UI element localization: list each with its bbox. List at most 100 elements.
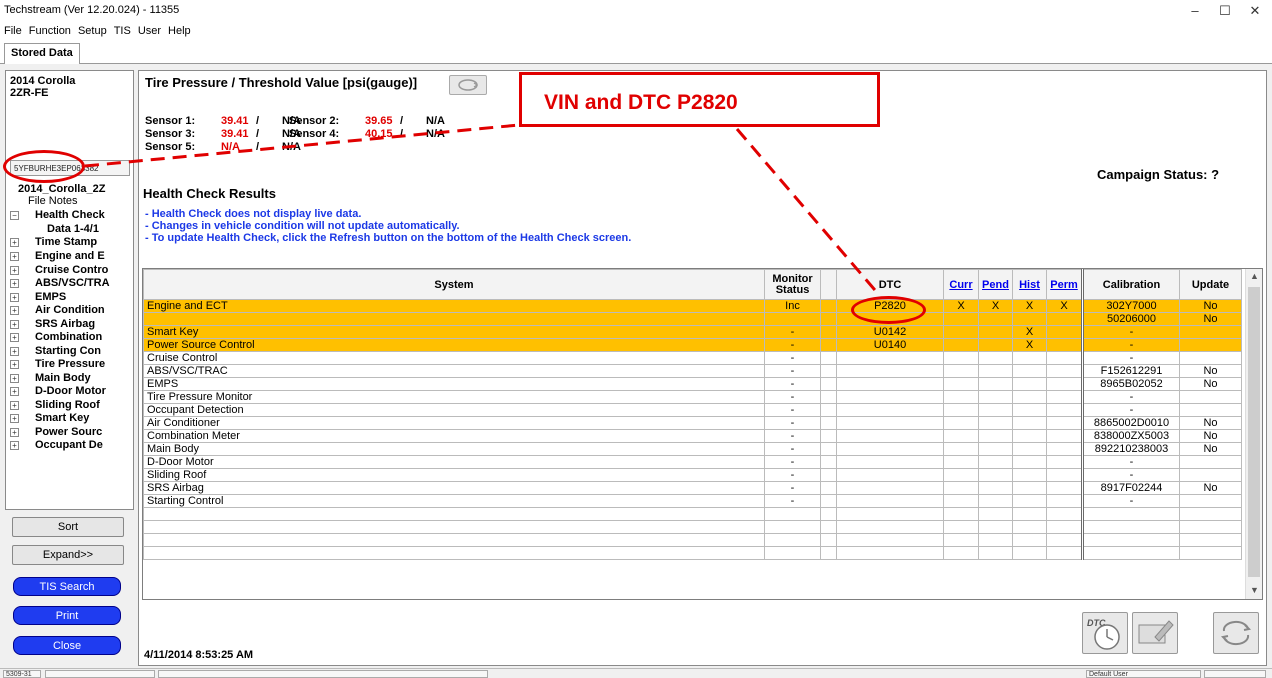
sensor-label: Sensor 1: (145, 115, 196, 127)
expand-icon[interactable]: + (10, 428, 19, 437)
tree-item[interactable]: Data 1-4/1 (47, 223, 99, 235)
table-row[interactable]: Main Body - 892210238003 No (143, 442, 1242, 456)
tree-item[interactable]: Health Check (35, 209, 105, 221)
expand-icon[interactable]: + (10, 414, 19, 423)
table-row[interactable]: Cruise Control - - (143, 351, 1242, 365)
col-system[interactable]: System (143, 269, 765, 300)
close-window-button[interactable]: ✕ (1240, 3, 1270, 19)
table-row[interactable]: Occupant Detection - - (143, 403, 1242, 417)
table-row[interactable]: Combination Meter - 838000ZX5003 No (143, 429, 1242, 443)
table-row[interactable]: ABS/VSC/TRAC - F152612291 No (143, 364, 1242, 378)
tree-item[interactable]: 2014_Corolla_2Z (18, 183, 105, 195)
col-monitor-status[interactable]: Monitor Status (764, 269, 821, 300)
sort-button[interactable]: Sort (12, 517, 124, 537)
tree-item[interactable]: Tire Pressure (35, 358, 105, 370)
table-row[interactable]: Air Conditioner - 8865002D0010 No (143, 416, 1242, 430)
cell-update (1179, 455, 1242, 469)
cell-pend (978, 455, 1013, 469)
collapse-icon[interactable]: − (10, 211, 19, 220)
scroll-up-icon[interactable]: ▲ (1246, 271, 1262, 281)
menu-help[interactable]: Help (168, 25, 191, 37)
minimize-button[interactable]: – (1180, 3, 1210, 18)
tree-item[interactable]: Power Sourc (35, 426, 102, 438)
table-row[interactable]: Sliding Roof - - (143, 468, 1242, 482)
cell-update (1179, 533, 1242, 547)
tree-item[interactable]: ABS/VSC/TRA (35, 277, 110, 289)
tree-item[interactable]: Engine and E (35, 250, 105, 262)
tree-item[interactable]: Combination (35, 331, 102, 343)
col-update[interactable]: Update (1179, 269, 1242, 300)
table-row[interactable]: Power Source Control - U0140 X - (143, 338, 1242, 352)
scroll-down-icon[interactable]: ▼ (1246, 585, 1262, 595)
tree-item[interactable]: Smart Key (35, 412, 89, 424)
col-perm[interactable]: Perm (1046, 269, 1084, 300)
table-row[interactable]: EMPS - 8965B02052 No (143, 377, 1242, 391)
cell-pend (978, 377, 1013, 391)
table-row[interactable]: D-Door Motor - - (143, 455, 1242, 469)
expand-icon[interactable]: + (10, 401, 19, 410)
col-dtc[interactable]: DTC (836, 269, 944, 300)
tree-item[interactable]: Main Body (35, 372, 91, 384)
tire-refresh-button[interactable] (449, 75, 487, 95)
ecu-button[interactable] (1132, 612, 1178, 654)
expand-icon[interactable]: + (10, 441, 19, 450)
tis-search-button[interactable]: TIS Search (13, 577, 121, 596)
tree-item[interactable]: Sliding Roof (35, 399, 100, 411)
menu-setup[interactable]: Setup (78, 25, 107, 37)
expand-icon[interactable]: + (10, 333, 19, 342)
vin-highlight-circle (3, 150, 85, 183)
close-button[interactable]: Close (13, 636, 121, 655)
table-row[interactable]: SRS Airbag - 8917F02244 No (143, 481, 1242, 495)
expand-button[interactable]: Expand>> (12, 545, 124, 565)
col-hist[interactable]: Hist (1012, 269, 1047, 300)
tree-item[interactable]: Occupant De (35, 439, 103, 451)
tree-item[interactable]: Starting Con (35, 345, 101, 357)
tree-item[interactable]: SRS Airbag (35, 318, 95, 330)
menu-file[interactable]: File (4, 25, 22, 37)
tree-item[interactable]: EMPS (35, 291, 66, 303)
table-row[interactable]: Smart Key - U0142 X - (143, 325, 1242, 339)
tree-item[interactable]: Air Condition (35, 304, 105, 316)
expand-icon[interactable]: + (10, 293, 19, 302)
expand-icon[interactable]: + (10, 252, 19, 261)
scroll-thumb[interactable] (1248, 287, 1260, 577)
expand-icon[interactable]: + (10, 306, 19, 315)
dtc-timer-button[interactable]: DTC (1082, 612, 1128, 654)
expand-icon[interactable]: + (10, 360, 19, 369)
menu-user[interactable]: User (138, 25, 161, 37)
table-row[interactable] (143, 520, 1242, 534)
expand-icon[interactable]: + (10, 266, 19, 275)
expand-icon[interactable]: + (10, 347, 19, 356)
ecu-icon (1138, 620, 1174, 644)
expand-icon[interactable]: + (10, 279, 19, 288)
expand-icon[interactable]: + (10, 238, 19, 247)
col-calibration[interactable]: Calibration (1082, 269, 1180, 300)
table-scrollbar[interactable]: ▲ ▼ (1245, 269, 1262, 599)
table-row[interactable] (143, 507, 1242, 521)
menu-function[interactable]: Function (29, 25, 71, 37)
table-row[interactable]: Engine and ECT Inc P2820 X X X X 302Y7000 No (143, 299, 1242, 313)
table-row[interactable] (143, 533, 1242, 547)
refresh-button[interactable] (1213, 612, 1259, 654)
tree-item[interactable]: Cruise Contro (35, 264, 108, 276)
cell-dtc (836, 390, 944, 404)
tab-stored-data[interactable]: Stored Data (4, 43, 80, 64)
tree-item[interactable]: File Notes (28, 195, 78, 207)
cell-curr (943, 442, 979, 456)
expand-icon[interactable]: + (10, 387, 19, 396)
menu-tis[interactable]: TIS (114, 25, 131, 37)
tree-item[interactable]: Time Stamp (35, 236, 97, 248)
cell-monitor: - (764, 377, 821, 391)
cell-system (143, 520, 765, 534)
table-row[interactable]: Tire Pressure Monitor - - (143, 390, 1242, 404)
tree-item[interactable]: D-Door Motor (35, 385, 106, 397)
expand-icon[interactable]: + (10, 320, 19, 329)
expand-icon[interactable]: + (10, 374, 19, 383)
table-row[interactable]: Starting Control - - (143, 494, 1242, 508)
col-pend[interactable]: Pend (978, 269, 1013, 300)
restore-button[interactable]: ☐ (1210, 3, 1240, 19)
table-row[interactable] (143, 546, 1242, 560)
col-curr[interactable]: Curr (943, 269, 979, 300)
table-row[interactable]: 50206000 No (143, 312, 1242, 326)
print-button[interactable]: Print (13, 606, 121, 625)
